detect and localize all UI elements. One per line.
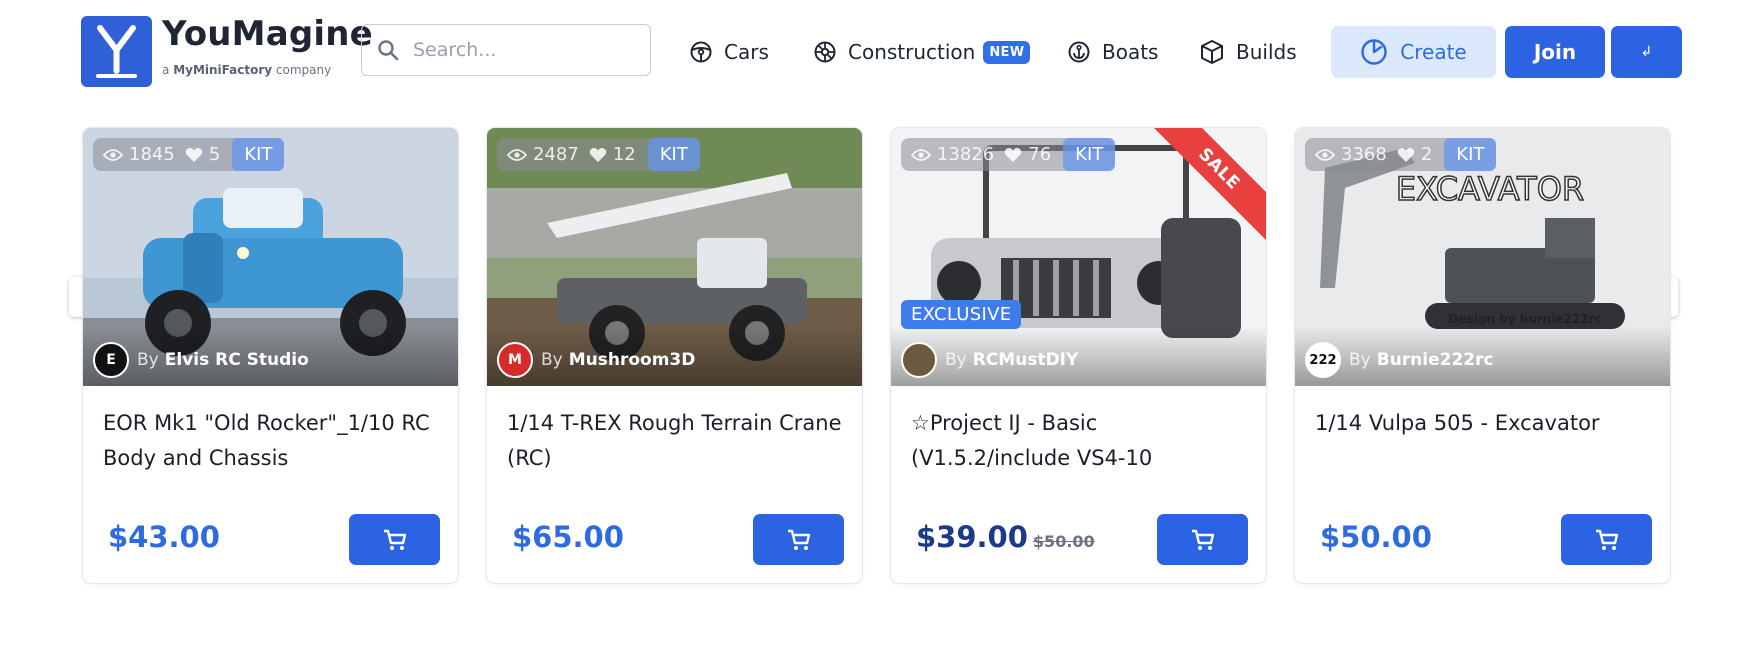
original-price: $50.00 [1032, 532, 1095, 551]
nav-cars-label: Cars [724, 40, 769, 64]
add-to-cart-button[interactable] [349, 514, 440, 565]
views-count: 13826 [937, 144, 995, 165]
nav-builds-label: Builds [1236, 40, 1297, 64]
product-price: $65.00 [512, 520, 624, 554]
product-card[interactable]: EXCAVATOR Design by burnie222rc 3368 2 K… [1295, 128, 1670, 583]
logo-mark [81, 16, 152, 87]
product-title[interactable]: 1/14 Vulpa 505 - Excavator [1315, 406, 1655, 476]
product-image[interactable]: 2487 12 KIT M By Mushroom3D [487, 128, 862, 386]
author-name: RCMustDIY [972, 350, 1079, 370]
nav-builds[interactable]: Builds [1199, 38, 1297, 66]
author-name: Mushroom3D [568, 350, 696, 370]
create-icon [1361, 39, 1387, 65]
likes-count: 76 [1028, 144, 1052, 165]
steering-wheel-icon [690, 41, 712, 63]
cart-icon [383, 529, 406, 550]
kit-badge: KIT [232, 138, 285, 171]
eye-icon [103, 148, 123, 161]
search-icon [378, 40, 399, 61]
add-to-cart-button[interactable] [753, 514, 844, 565]
product-card[interactable]: SALE 13826 76 KIT EXCLUSIVE By RCMustDIY… [891, 128, 1266, 583]
heart-icon [1004, 147, 1022, 162]
exclusive-badge: EXCLUSIVE [901, 300, 1022, 329]
card-stats: 1845 5 KIT [93, 138, 285, 171]
views-count: 3368 [1341, 144, 1387, 165]
card-author[interactable]: E By Elvis RC Studio [93, 342, 309, 378]
author-name: Elvis RC Studio [164, 350, 309, 370]
card-author[interactable]: 222 By Burnie222rc [1305, 342, 1494, 378]
likes-count: 12 [612, 144, 636, 165]
heart-icon [1397, 147, 1415, 162]
nav-cars[interactable]: Cars [689, 38, 769, 66]
gear-cog-icon [814, 41, 836, 63]
product-image[interactable]: 1845 5 KIT E By Elvis RC Studio [83, 128, 458, 386]
card-author[interactable]: M By Mushroom3D [497, 342, 695, 378]
product-title[interactable]: EOR Mk1 "Old Rocker"_1/10 RC Body and Ch… [103, 406, 443, 476]
heart-icon [589, 147, 607, 162]
author-name: Burnie222rc [1376, 350, 1494, 370]
kit-badge: KIT [1063, 138, 1116, 171]
nav-construction[interactable]: Construction NEW [813, 38, 1031, 66]
heart-icon [185, 147, 203, 162]
product-price: $50.00 [1320, 520, 1432, 554]
site-header: YouMagine a MyMiniFactory company Cars C… [0, 0, 1748, 100]
author-avatar [901, 342, 937, 378]
card-author[interactable]: By RCMustDIY [901, 342, 1078, 378]
nav-boats[interactable]: Boats [1067, 38, 1158, 66]
new-badge: NEW [983, 40, 1031, 64]
product-title[interactable]: 1/14 T-REX Rough Terrain Crane (RC) [507, 406, 847, 476]
add-to-cart-button[interactable] [1157, 514, 1248, 565]
cart-icon [787, 529, 810, 550]
nav-boats-label: Boats [1102, 40, 1159, 64]
card-stats: 2487 12 KIT [497, 138, 700, 171]
eye-icon [1315, 148, 1335, 161]
author-avatar: E [93, 342, 129, 378]
card-stats: 3368 2 KIT [1305, 138, 1497, 171]
author-avatar: M [497, 342, 533, 378]
create-label: Create [1400, 40, 1467, 64]
product-image[interactable]: EXCAVATOR Design by burnie222rc 3368 2 K… [1295, 128, 1670, 386]
image-credit: Design by burnie222rc [1448, 312, 1601, 326]
add-to-cart-button[interactable] [1561, 514, 1652, 565]
cart-icon [1191, 529, 1214, 550]
cart-icon [1595, 529, 1618, 550]
product-title[interactable]: ☆Project IJ - Basic (V1.5.2/include VS4-… [911, 406, 1251, 476]
product-price: $39.00 $50.00 [916, 520, 1095, 554]
logo-subtitle: a MyMiniFactory company [162, 63, 332, 77]
kit-badge: KIT [647, 138, 700, 171]
card-stats: 13826 76 KIT [901, 138, 1116, 171]
kit-badge: KIT [1444, 138, 1497, 171]
product-card[interactable]: 1845 5 KIT E By Elvis RC Studio EOR Mk1 … [83, 128, 458, 583]
join-button[interactable]: Join [1505, 26, 1605, 78]
cube-icon [1201, 40, 1223, 64]
image-heading: EXCAVATOR [1396, 170, 1584, 208]
create-button[interactable]: Create [1331, 26, 1496, 78]
likes-count: 2 [1420, 144, 1433, 165]
eye-icon [911, 148, 931, 161]
login-button[interactable]: ↲ [1611, 26, 1682, 78]
product-card[interactable]: 2487 12 KIT M By Mushroom3D 1/14 T-REX R… [487, 128, 862, 583]
product-price: $43.00 [108, 520, 220, 554]
product-image[interactable]: SALE 13826 76 KIT EXCLUSIVE By RCMustDIY [891, 128, 1266, 386]
search-input[interactable] [413, 39, 633, 61]
likes-count: 5 [208, 144, 221, 165]
site-logo[interactable]: YouMagine a MyMiniFactory company [81, 14, 373, 87]
views-count: 2487 [533, 144, 579, 165]
search-box[interactable] [361, 24, 651, 76]
logo-title: YouMagine [162, 14, 373, 54]
anchor-icon [1068, 41, 1090, 63]
eye-icon [507, 148, 527, 161]
author-avatar: 222 [1305, 342, 1341, 378]
nav-construction-label: Construction [848, 40, 976, 64]
views-count: 1845 [129, 144, 175, 165]
